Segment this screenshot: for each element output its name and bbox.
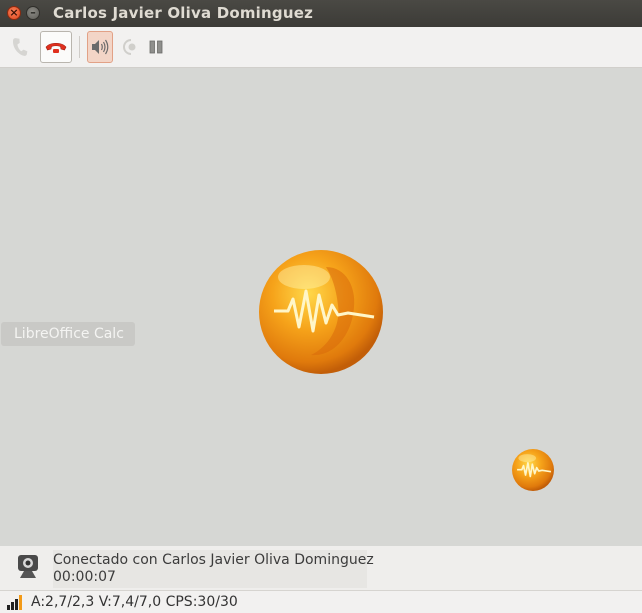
- minimize-icon: –: [30, 6, 36, 19]
- hangup-button[interactable]: [40, 31, 72, 63]
- connection-status: Conectado con Carlos Javier Oliva Doming…: [53, 552, 374, 568]
- ekiga-logo-small: [512, 449, 554, 491]
- window-title: Carlos Javier Oliva Dominguez: [53, 4, 314, 22]
- tooltip: LibreOffice Calc: [1, 322, 135, 346]
- minimize-window-button[interactable]: –: [26, 6, 40, 20]
- speaker-icon: [92, 39, 109, 55]
- call-icon: [13, 38, 28, 56]
- title-bar: × – Carlos Javier Oliva Dominguez: [0, 0, 642, 27]
- hangup-icon: [45, 42, 67, 53]
- close-icon: ×: [9, 6, 19, 19]
- toolbar-separator: [79, 36, 80, 58]
- call-statistics: A:2,7/2,3 V:7,4/7,0 CPS:30/30: [31, 594, 238, 610]
- call-duration: 00:00:07: [53, 569, 116, 585]
- call-button[interactable]: [5, 32, 35, 62]
- pause-button[interactable]: [141, 32, 171, 62]
- webcam-icon: [18, 555, 38, 578]
- status-bar: Conectado con Carlos Javier Oliva Doming…: [0, 546, 642, 590]
- ekiga-logo-large: [259, 250, 383, 374]
- video-area: LibreOffice Calc: [0, 68, 642, 546]
- speaker-button[interactable]: [87, 31, 113, 63]
- signal-strength-icon: [7, 595, 22, 610]
- microphone-icon: [123, 39, 136, 55]
- close-window-button[interactable]: ×: [7, 6, 21, 20]
- stats-bar: A:2,7/2,3 V:7,4/7,0 CPS:30/30: [0, 590, 642, 613]
- call-toolbar: [0, 27, 642, 68]
- pause-icon: [149, 40, 163, 54]
